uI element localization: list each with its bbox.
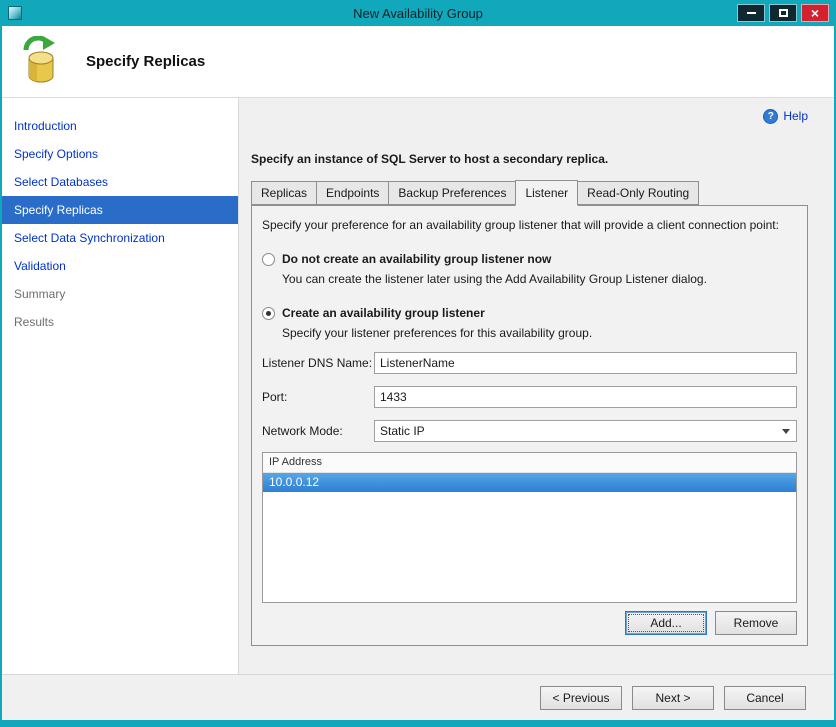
sidebar-item-results: Results	[14, 315, 55, 329]
previous-button[interactable]: < Previous	[540, 685, 622, 710]
window-controls: ×	[737, 4, 829, 22]
ip-address-column-header: IP Address	[263, 453, 796, 473]
tab-strip: Replicas Endpoints Backup Preferences Li…	[251, 180, 808, 206]
wizard-sidebar: Introduction Specify Options Select Data…	[2, 98, 239, 674]
sidebar-item-specify-replicas[interactable]: Specify Replicas	[2, 196, 238, 224]
main-content: ? Help Specify an instance of SQL Server…	[239, 98, 834, 674]
sidebar-item-specify-options[interactable]: Specify Options	[2, 140, 238, 168]
no-listener-description: You can create the listener later using …	[282, 272, 707, 286]
minimize-icon	[746, 12, 756, 14]
dns-name-label: Listener DNS Name:	[262, 356, 373, 370]
help-link[interactable]: ? Help	[251, 108, 808, 124]
maximize-icon	[778, 9, 788, 17]
network-mode-row: Network Mode: Static IP	[262, 420, 797, 442]
create-listener-description: Specify your listener preferences for th…	[282, 326, 593, 340]
dns-name-input[interactable]	[374, 352, 797, 374]
port-input[interactable]	[374, 386, 797, 408]
dialog-window: New Availability Group × Specify Replica…	[0, 0, 836, 727]
ip-address-list: IP Address 10.0.0.12	[262, 452, 797, 603]
instruction-text: Specify an instance of SQL Server to hos…	[251, 152, 609, 166]
create-listener-radio[interactable]	[262, 306, 275, 320]
network-mode-value: Static IP	[380, 424, 425, 438]
no-listener-radio-label[interactable]: Do not create an availability group list…	[282, 252, 551, 266]
maximize-button[interactable]	[769, 4, 797, 22]
port-row: Port:	[262, 386, 797, 408]
next-button[interactable]: Next >	[632, 685, 714, 710]
window-bottom-border	[2, 720, 834, 727]
tab-read-only-routing[interactable]: Read-Only Routing	[577, 181, 700, 205]
add-button[interactable]: Add...	[625, 611, 707, 635]
radio-row-create-listener: Create an availability group listener	[262, 306, 797, 320]
tab-replicas[interactable]: Replicas	[251, 181, 318, 205]
no-listener-radio[interactable]	[262, 252, 275, 266]
sidebar-item-select-databases[interactable]: Select Databases	[2, 168, 238, 196]
remove-button[interactable]: Remove	[715, 611, 797, 635]
chevron-down-icon	[777, 422, 795, 440]
create-listener-radio-label[interactable]: Create an availability group listener	[282, 306, 485, 320]
tab-endpoints[interactable]: Endpoints	[316, 181, 390, 205]
close-icon: ×	[810, 5, 820, 21]
radio-row-no-listener: Do not create an availability group list…	[262, 252, 797, 266]
sidebar-item-introduction[interactable]: Introduction	[2, 112, 238, 140]
availability-group-icon	[23, 35, 55, 82]
sidebar-item-summary: Summary	[14, 287, 66, 301]
sidebar-item-select-data-synchronization[interactable]: Select Data Synchronization	[2, 224, 238, 252]
dialog-body: Introduction Specify Options Select Data…	[2, 98, 834, 674]
close-button[interactable]: ×	[801, 4, 829, 22]
page-title: Specify Replicas	[86, 53, 206, 70]
tab-backup-preferences[interactable]: Backup Preferences	[388, 181, 517, 205]
ip-address-row[interactable]: 10.0.0.12	[263, 473, 796, 492]
listener-tab-panel: Specify your preference for an availabil…	[251, 205, 808, 646]
listener-preference-text: Specify your preference for an availabil…	[262, 218, 779, 232]
tab-listener[interactable]: Listener	[515, 180, 579, 206]
help-label: Help	[783, 109, 808, 123]
dns-name-row: Listener DNS Name:	[262, 352, 797, 374]
sidebar-item-validation[interactable]: Validation	[2, 252, 238, 280]
title-bar: New Availability Group ×	[2, 0, 834, 26]
help-icon: ?	[763, 108, 779, 124]
wizard-footer: < Previous Next > Cancel	[2, 674, 834, 720]
network-mode-label: Network Mode:	[262, 424, 343, 438]
wizard-header: Specify Replicas	[2, 26, 834, 98]
network-mode-dropdown[interactable]: Static IP	[374, 420, 797, 442]
ip-list-buttons: Add... Remove	[262, 611, 797, 635]
cancel-button[interactable]: Cancel	[724, 685, 806, 710]
minimize-button[interactable]	[737, 4, 765, 22]
window-icon	[8, 6, 22, 20]
port-label: Port:	[262, 390, 288, 404]
window-title: New Availability Group	[353, 5, 483, 21]
